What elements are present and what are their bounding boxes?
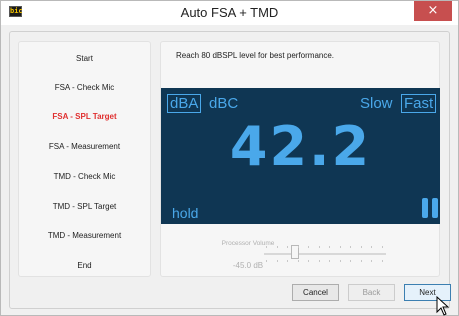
fast-toggle[interactable]: Fast xyxy=(401,94,437,113)
cancel-button[interactable]: Cancel xyxy=(292,284,339,301)
slider-tick xyxy=(350,246,351,248)
processor-volume-value: -45.0 dB xyxy=(232,261,264,270)
mouse-cursor-icon xyxy=(436,296,450,316)
slider-tick xyxy=(276,246,278,248)
slider-tick xyxy=(318,246,320,248)
processor-volume-label: Processor Volume xyxy=(221,240,275,247)
step-fsa-check-mic: FSA - Check Mic xyxy=(54,83,115,92)
slider-tick xyxy=(297,246,299,248)
step-end: End xyxy=(77,261,92,270)
slider-tick xyxy=(371,246,372,248)
instruction-text: Reach 80 dBSPL level for best performanc… xyxy=(176,51,335,60)
slider-tick xyxy=(339,246,341,248)
window-title: Auto FSA + TMD xyxy=(180,5,279,20)
slider-tick xyxy=(339,260,341,262)
back-button[interactable]: Back xyxy=(348,284,395,301)
step-tmd-spl-target: TMD - SPL Target xyxy=(52,202,117,211)
processor-volume-slider[interactable] xyxy=(264,253,386,255)
title-bar[interactable]: bic Auto FSA + TMD × xyxy=(1,1,458,25)
slider-tick xyxy=(360,260,362,262)
slider-tick xyxy=(350,260,351,262)
spl-meter-display: dBA dBC Slow Fast 42.2 hold xyxy=(161,88,440,224)
steps-panel: Start FSA - Check Mic FSA - SPL Target F… xyxy=(18,41,151,277)
slider-tick xyxy=(276,260,278,262)
slider-tick xyxy=(287,246,288,248)
slider-tick xyxy=(287,260,288,262)
close-button[interactable]: × xyxy=(414,1,452,21)
dbc-toggle[interactable]: dBC xyxy=(209,95,238,112)
slider-tick xyxy=(329,246,330,248)
step-fsa-measurement: FSA - Measurement xyxy=(48,142,121,151)
spl-reading: 42.2 xyxy=(229,115,372,178)
slider-tick xyxy=(266,260,267,262)
dba-toggle[interactable]: dBA xyxy=(167,94,202,113)
slider-tick xyxy=(297,260,299,262)
slider-tick xyxy=(329,260,330,262)
step-start: Start xyxy=(76,54,93,63)
hold-button[interactable]: hold xyxy=(172,205,198,221)
slider-tick xyxy=(371,260,372,262)
slider-tick xyxy=(360,246,362,248)
slider-tick xyxy=(381,260,383,262)
slider-tick xyxy=(308,246,309,248)
slow-toggle[interactable]: Slow xyxy=(360,95,393,112)
step-tmd-check-mic: TMD - Check Mic xyxy=(53,172,116,181)
slider-tick xyxy=(318,260,320,262)
slider-tick xyxy=(266,246,267,248)
pause-icon[interactable] xyxy=(422,198,438,218)
slider-tick xyxy=(308,260,309,262)
slider-tick xyxy=(381,246,383,248)
step-tmd-measurement: TMD - Measurement xyxy=(47,231,122,240)
step-fsa-spl-target: FSA - SPL Target xyxy=(52,112,117,121)
